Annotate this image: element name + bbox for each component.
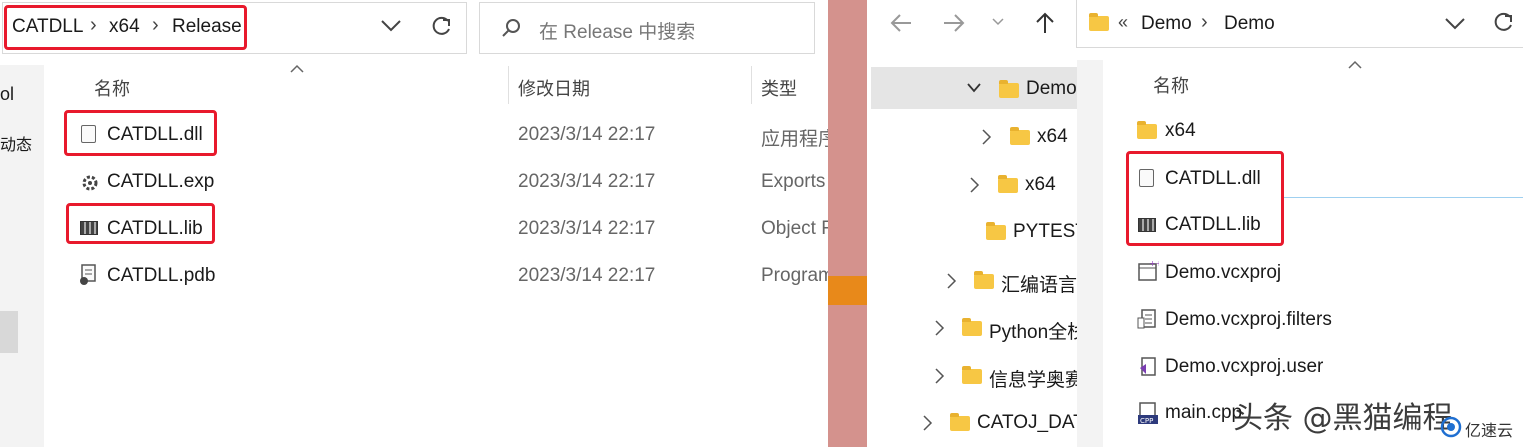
visual-studio-file-icon	[1140, 357, 1156, 376]
tree-item-pytest[interactable]: PYTEST	[1013, 221, 1077, 243]
folder-icon	[986, 222, 1006, 240]
chevron-down-icon[interactable]	[380, 18, 402, 34]
search-input[interactable]: 在 Release 中搜索	[539, 17, 695, 44]
file-name[interactable]: Demo.vcxproj.filters	[1165, 309, 1332, 331]
file-name[interactable]: x64	[1165, 120, 1196, 142]
yisu-logo-icon	[1440, 416, 1462, 438]
chevron-right-icon[interactable]	[935, 368, 945, 384]
file-name[interactable]: CATDLL.lib	[107, 218, 203, 240]
breadcrumb-item-x64[interactable]: x64	[109, 16, 140, 38]
cpp-file-icon: CPP	[1138, 402, 1158, 425]
file-name[interactable]: CATDLL.pdb	[107, 265, 215, 287]
tree-item-demo[interactable]: Demo	[1026, 78, 1077, 100]
folder-icon	[962, 366, 982, 384]
breadcrumb-overflow[interactable]: «	[1118, 12, 1128, 33]
chevron-right-icon[interactable]	[982, 129, 992, 145]
svg-text:++: ++	[1149, 260, 1159, 268]
file-type: Exports	[761, 171, 826, 192]
chevron-right-icon[interactable]	[947, 273, 957, 289]
file-type: Object F	[761, 218, 833, 239]
chevron-down-icon[interactable]	[1444, 16, 1466, 32]
file-type: 应用程序	[761, 129, 838, 150]
pane-gutter	[1077, 60, 1103, 447]
tree-item-x64[interactable]: x64	[1025, 174, 1056, 196]
folder-icon	[999, 80, 1019, 98]
tree-item-olympiad[interactable]: 信息学奥赛	[989, 365, 1077, 392]
tree-item-assembly[interactable]: 汇编语言	[1001, 270, 1077, 297]
column-divider[interactable]	[508, 66, 509, 104]
column-header-name[interactable]: 名称	[1153, 72, 1189, 98]
watermark-logo-text: 亿速云	[1465, 423, 1514, 440]
folder-icon	[1137, 121, 1157, 139]
file-date: 2023/3/14 22:17	[518, 171, 656, 192]
file-name[interactable]: CATDLL.exp	[107, 171, 214, 193]
chevron-right-icon[interactable]	[923, 415, 933, 431]
left-explorer: CATDLL › x64 › Release 在 Release 中搜索 ol …	[0, 0, 837, 447]
gears-file-icon	[82, 175, 98, 191]
file-name[interactable]: CATDLL.lib	[1165, 214, 1261, 236]
column-header-date[interactable]: 修改日期	[518, 75, 590, 101]
nav-pane-fragment	[0, 65, 44, 447]
nav-selected-fragment	[0, 311, 18, 353]
tree-item-python[interactable]: Python全栈	[989, 317, 1077, 344]
refresh-icon[interactable]	[1492, 12, 1514, 34]
file-name[interactable]: main.cpp	[1165, 402, 1242, 424]
chevron-right-icon[interactable]	[970, 177, 980, 193]
column-divider[interactable]	[751, 66, 752, 104]
nav-item-fragment[interactable]: 动态	[0, 131, 32, 155]
svg-text:CPP: CPP	[1140, 417, 1153, 425]
refresh-icon[interactable]	[430, 16, 452, 38]
breadcrumb-separator: ›	[1201, 11, 1208, 33]
folder-icon	[950, 413, 970, 431]
file-name[interactable]: Demo.vcxproj.user	[1165, 356, 1323, 378]
window-divider	[828, 0, 867, 447]
breadcrumb-item-release[interactable]: Release	[172, 16, 242, 38]
file-type: Program	[761, 265, 834, 286]
breadcrumb-separator: ›	[152, 14, 159, 36]
dll-file-icon	[1139, 169, 1154, 187]
breadcrumb-item-catdll[interactable]: CATDLL	[12, 16, 83, 38]
column-header-name[interactable]: 名称	[94, 75, 130, 101]
breadcrumb-separator: ›	[90, 14, 97, 36]
breadcrumb-item-demo[interactable]: Demo	[1224, 13, 1275, 35]
search-icon	[502, 19, 520, 37]
debug-file-icon	[80, 264, 96, 285]
selection-line	[1284, 197, 1523, 198]
library-file-icon	[80, 221, 98, 235]
folder-icon	[974, 271, 994, 289]
chevron-down-icon[interactable]	[967, 83, 981, 93]
folder-icon	[1089, 13, 1109, 31]
file-name[interactable]: CATDLL.dll	[1165, 168, 1261, 190]
recent-dropdown-icon[interactable]	[991, 17, 1005, 27]
breadcrumb-item-demo[interactable]: Demo	[1141, 13, 1192, 35]
tree-item-catoj[interactable]: CATOJ_DAT	[977, 412, 1077, 434]
sort-ascending-icon	[1348, 60, 1362, 69]
tree-item-x64[interactable]: x64	[1037, 126, 1068, 148]
file-name[interactable]: CATDLL.dll	[107, 124, 203, 146]
back-arrow-icon[interactable]	[889, 12, 913, 34]
folder-icon	[998, 175, 1018, 193]
file-name[interactable]: Demo.vcxproj	[1165, 262, 1281, 284]
file-date: 2023/3/14 22:17	[518, 218, 656, 239]
filters-file-icon	[1137, 309, 1156, 329]
file-date: 2023/3/14 22:17	[518, 265, 656, 286]
dll-file-icon	[81, 125, 96, 143]
navigation-tree: Demo x64 x64 PYTEST 汇编语言 Python全栈 信息学奥赛 …	[867, 60, 1077, 447]
chevron-right-icon[interactable]	[935, 320, 945, 336]
divider-accent	[828, 276, 867, 305]
vcxproj-file-icon: ++	[1138, 260, 1159, 281]
nav-item-fragment[interactable]: ol	[0, 84, 14, 105]
up-arrow-icon[interactable]	[1034, 11, 1056, 35]
library-file-icon	[1138, 218, 1156, 232]
column-header-type[interactable]: 类型	[761, 75, 797, 101]
forward-arrow-icon[interactable]	[942, 12, 966, 34]
folder-icon	[1010, 127, 1030, 145]
right-explorer: « Demo › Demo Demo x64 x64 PYTEST 汇编语言 P…	[867, 0, 1523, 447]
folder-icon	[962, 318, 982, 336]
sort-ascending-icon	[290, 64, 304, 73]
file-date: 2023/3/14 22:17	[518, 124, 656, 145]
watermark-text: 头条 @黑猫编程	[1233, 401, 1453, 436]
